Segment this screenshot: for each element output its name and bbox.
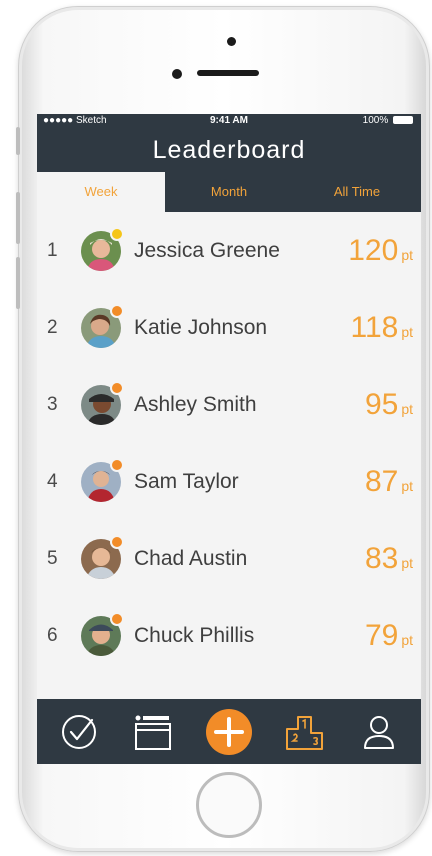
avatar [81,612,124,656]
rank-number: 2 [47,317,58,338]
status-dot [110,612,124,626]
avatar [81,535,124,579]
rank-number: 1 [47,240,58,261]
points-value: 87 [364,465,399,498]
points-value: 120 [348,234,399,267]
bottom-nav-bar [37,699,421,764]
period-tabs: Week Month All Time [37,172,421,212]
status-dot [110,304,124,318]
points-unit: pt [401,247,413,263]
rank-number: 4 [47,471,58,492]
player-score: 120 pt [348,212,413,294]
battery-icon [393,116,413,124]
avatar [81,227,124,271]
status-dot [110,227,124,241]
avatar [81,304,124,348]
points-unit: pt [401,478,413,494]
player-name: Ashley Smith [134,393,257,416]
nav-check-button[interactable] [41,699,117,764]
rank-number: 5 [47,548,58,569]
points-value: 95 [364,388,399,421]
leaderboard-row[interactable]: 5 Chad Austin 83 pt [37,520,421,597]
leaderboard-list: 1 Jessica Greene 120 pt 2 Katie Johnson … [37,212,421,699]
front-camera [172,69,182,79]
status-dot [110,458,124,472]
page-title: Leaderboard [152,136,306,164]
add-icon [206,708,252,755]
player-name: Chuck Phillis [134,624,255,647]
player-score: 87 pt [365,443,413,525]
points-value: 118 [350,311,399,344]
rank-number: 3 [47,394,58,415]
player-name: Chad Austin [134,547,248,570]
nav-add-button[interactable] [191,699,267,764]
player-name: Sam Taylor [134,470,239,493]
app-screen: ●●●●● Sketch 9:41 AM 100% Leaderboard We… [37,114,421,764]
mute-switch [16,127,20,155]
nav-profile-button[interactable] [341,699,417,764]
leaderboard-row[interactable]: 4 Sam Taylor 87 pt [37,443,421,520]
player-score: 79 pt [365,597,413,679]
player-score: 95 pt [365,366,413,448]
points-value: 79 [364,619,399,652]
battery-indicator: 100% [363,114,413,128]
tab-month[interactable]: Month [165,172,293,212]
leaderboard-row[interactable]: 1 Jessica Greene 120 pt [37,212,421,289]
check-circle-icon [62,714,96,749]
camera-dot [227,37,236,46]
points-unit: pt [401,555,413,571]
leaderboard-row[interactable]: 3 Ashley Smith 95 pt [37,366,421,443]
player-score: 83 pt [365,520,413,602]
points-unit: pt [401,324,413,340]
nav-calendar-button[interactable] [115,699,191,764]
tab-all-time[interactable]: All Time [293,172,421,212]
player-name: Katie Johnson [134,316,268,339]
nav-leaderboard-button[interactable] [267,699,343,764]
tab-week[interactable]: Week [37,172,165,212]
avatar [81,458,124,502]
home-button[interactable] [196,772,262,838]
status-bar: ●●●●● Sketch 9:41 AM 100% [37,114,421,128]
player-name: Jessica Greene [134,239,280,262]
earpiece-speaker [197,70,259,76]
profile-icon [364,715,394,749]
status-dot [110,535,124,549]
leaderboard-row[interactable]: 2 Katie Johnson 118 pt [37,289,421,366]
status-dot [110,381,124,395]
leaderboard-row[interactable]: 6 Chuck Phillis 79 pt [37,597,421,674]
calendar-icon [135,715,171,750]
volume-down-button [16,257,20,309]
avatar [81,381,124,425]
battery-percent: 100% [362,115,389,126]
rank-number: 6 [47,625,58,646]
volume-up-button [16,192,20,244]
points-unit: pt [401,632,413,648]
points-unit: pt [401,401,413,417]
points-value: 83 [364,542,399,575]
player-score: 118 pt [350,289,413,371]
podium-icon [286,715,323,750]
